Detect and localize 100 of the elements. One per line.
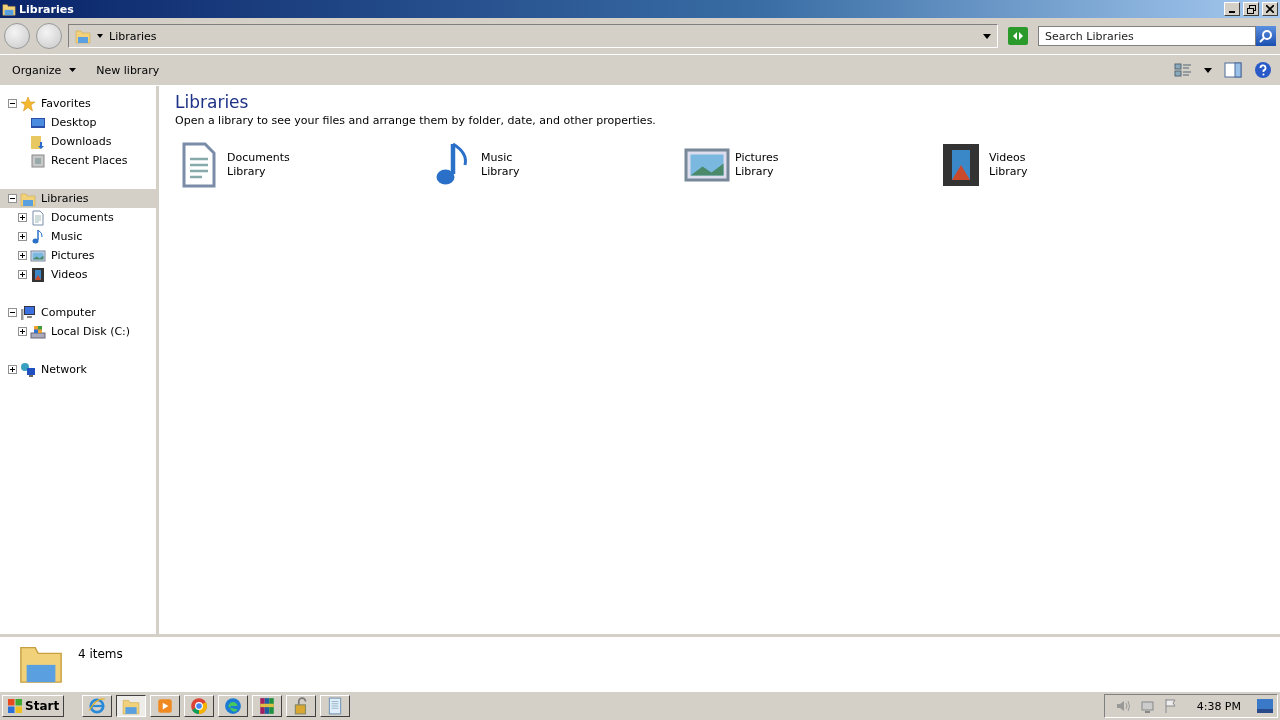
tree-item[interactable]: Network [0, 360, 156, 379]
library-type: Library [481, 165, 520, 179]
taskbar-app-button[interactable] [116, 695, 147, 717]
plus-icon [20, 272, 25, 277]
tree-item-label: Network [41, 363, 87, 376]
expand-button[interactable] [18, 213, 27, 222]
tree-item[interactable]: Libraries [0, 189, 156, 208]
item-count: 4 items [78, 647, 123, 661]
tree-item[interactable]: Pictures [0, 246, 156, 265]
library-item[interactable]: Documents Library [175, 141, 429, 189]
drive-icon [30, 323, 46, 340]
caret-icon [1204, 67, 1212, 73]
edge-icon [224, 697, 243, 715]
library-item[interactable]: Pictures Library [683, 141, 937, 189]
address-path: Libraries [109, 29, 158, 43]
tree-item-label: Libraries [41, 192, 89, 205]
tree-item-label: Pictures [51, 249, 95, 262]
tree-item-label: Favorites [41, 97, 91, 110]
picture-frame-icon [30, 247, 46, 264]
books-stack-icon [258, 697, 277, 715]
computer-icon [20, 304, 36, 321]
network-icon [20, 361, 36, 378]
refresh-icon [1008, 27, 1028, 45]
tree-item[interactable]: Videos [0, 265, 156, 284]
search-button[interactable] [1256, 26, 1276, 46]
toolbar-button[interactable]: New library [88, 59, 168, 81]
library-type: Library [989, 165, 1028, 179]
plus-icon [20, 329, 25, 334]
caret-icon [97, 34, 103, 38]
library-name: Music [481, 151, 514, 165]
library-item[interactable]: Music Library [429, 141, 683, 189]
tree-item-label: Local Disk (C:) [51, 325, 131, 338]
clock: 4:38 PM [1196, 699, 1241, 713]
collapse-button[interactable] [8, 99, 17, 108]
library-name: Pictures [735, 151, 779, 165]
star-icon [20, 95, 36, 112]
tree-item[interactable]: Favorites [0, 94, 156, 113]
tree-item[interactable]: Music [0, 227, 156, 246]
expand-button[interactable] [8, 365, 17, 374]
internet-explorer-icon [88, 697, 107, 715]
minimize-button[interactable] [1224, 2, 1240, 16]
tree-item[interactable]: Recent Places [0, 151, 156, 170]
tree-item-label: Music [51, 230, 83, 243]
media-player-icon [156, 697, 175, 715]
plus-icon [20, 253, 25, 258]
plus-icon [20, 215, 25, 220]
library-name: Videos [989, 151, 1027, 165]
restore-button[interactable] [1243, 2, 1259, 16]
folder-icon [122, 697, 141, 715]
film-strip-icon [30, 266, 46, 283]
tree-item-label: Recent Places [51, 154, 128, 167]
recent-places-icon [30, 152, 46, 169]
tree-item[interactable]: Downloads [0, 132, 156, 151]
tree-item[interactable]: Local Disk (C:) [0, 322, 156, 341]
document-icon [30, 209, 46, 226]
plus-icon [10, 367, 15, 372]
tree-item-label: Downloads [51, 135, 112, 148]
expand-button[interactable] [18, 270, 27, 279]
restore-icon [1246, 4, 1256, 14]
tree-item-label: Desktop [51, 116, 97, 129]
windows-logo-icon [7, 698, 23, 714]
minus-icon [10, 101, 15, 106]
folder-icon [20, 190, 36, 207]
library-item[interactable]: Videos Library [937, 141, 1191, 189]
tree-item[interactable]: Documents [0, 208, 156, 227]
tree-item-label: Videos [51, 268, 88, 281]
library-type: Library [735, 165, 775, 179]
caret-icon[interactable] [983, 33, 991, 39]
close-button[interactable] [1262, 2, 1278, 16]
page-title: Libraries [175, 92, 250, 112]
tree-item-label: Documents [51, 211, 114, 224]
collapse-button[interactable] [8, 308, 17, 317]
tree-item-label: Computer [41, 306, 96, 319]
expand-button[interactable] [18, 232, 27, 241]
help-icon [1254, 61, 1272, 79]
window-title: Libraries [19, 2, 75, 16]
start-button[interactable]: Start [2, 695, 65, 717]
search-icon [1259, 29, 1273, 43]
library-name: Documents [227, 151, 290, 165]
minus-icon [10, 196, 15, 201]
expand-button[interactable] [18, 251, 27, 260]
minus-icon [10, 310, 15, 315]
tree-item[interactable]: Computer [0, 303, 156, 322]
view-icon [1174, 62, 1192, 78]
expand-button[interactable] [18, 327, 27, 336]
collapse-button[interactable] [8, 194, 17, 203]
library-type: Library [227, 165, 267, 179]
address-bar[interactable]: Libraries [68, 24, 998, 48]
folder-arrow-icon [30, 133, 46, 150]
chrome-icon [190, 697, 209, 715]
tree-item[interactable]: Desktop [0, 113, 156, 132]
toolbar-button[interactable]: Organize [4, 59, 85, 81]
search-field[interactable]: Search Libraries [1038, 26, 1256, 46]
close-icon [1266, 5, 1274, 13]
preview-pane-icon [1224, 62, 1242, 78]
music-note-icon [30, 228, 46, 245]
folder-icon [2, 2, 16, 16]
plus-icon [20, 234, 25, 239]
folder-icon [75, 28, 91, 44]
page-description: Open a library to see your files and arrange them by folder, date, and other properties. [175, 114, 657, 127]
